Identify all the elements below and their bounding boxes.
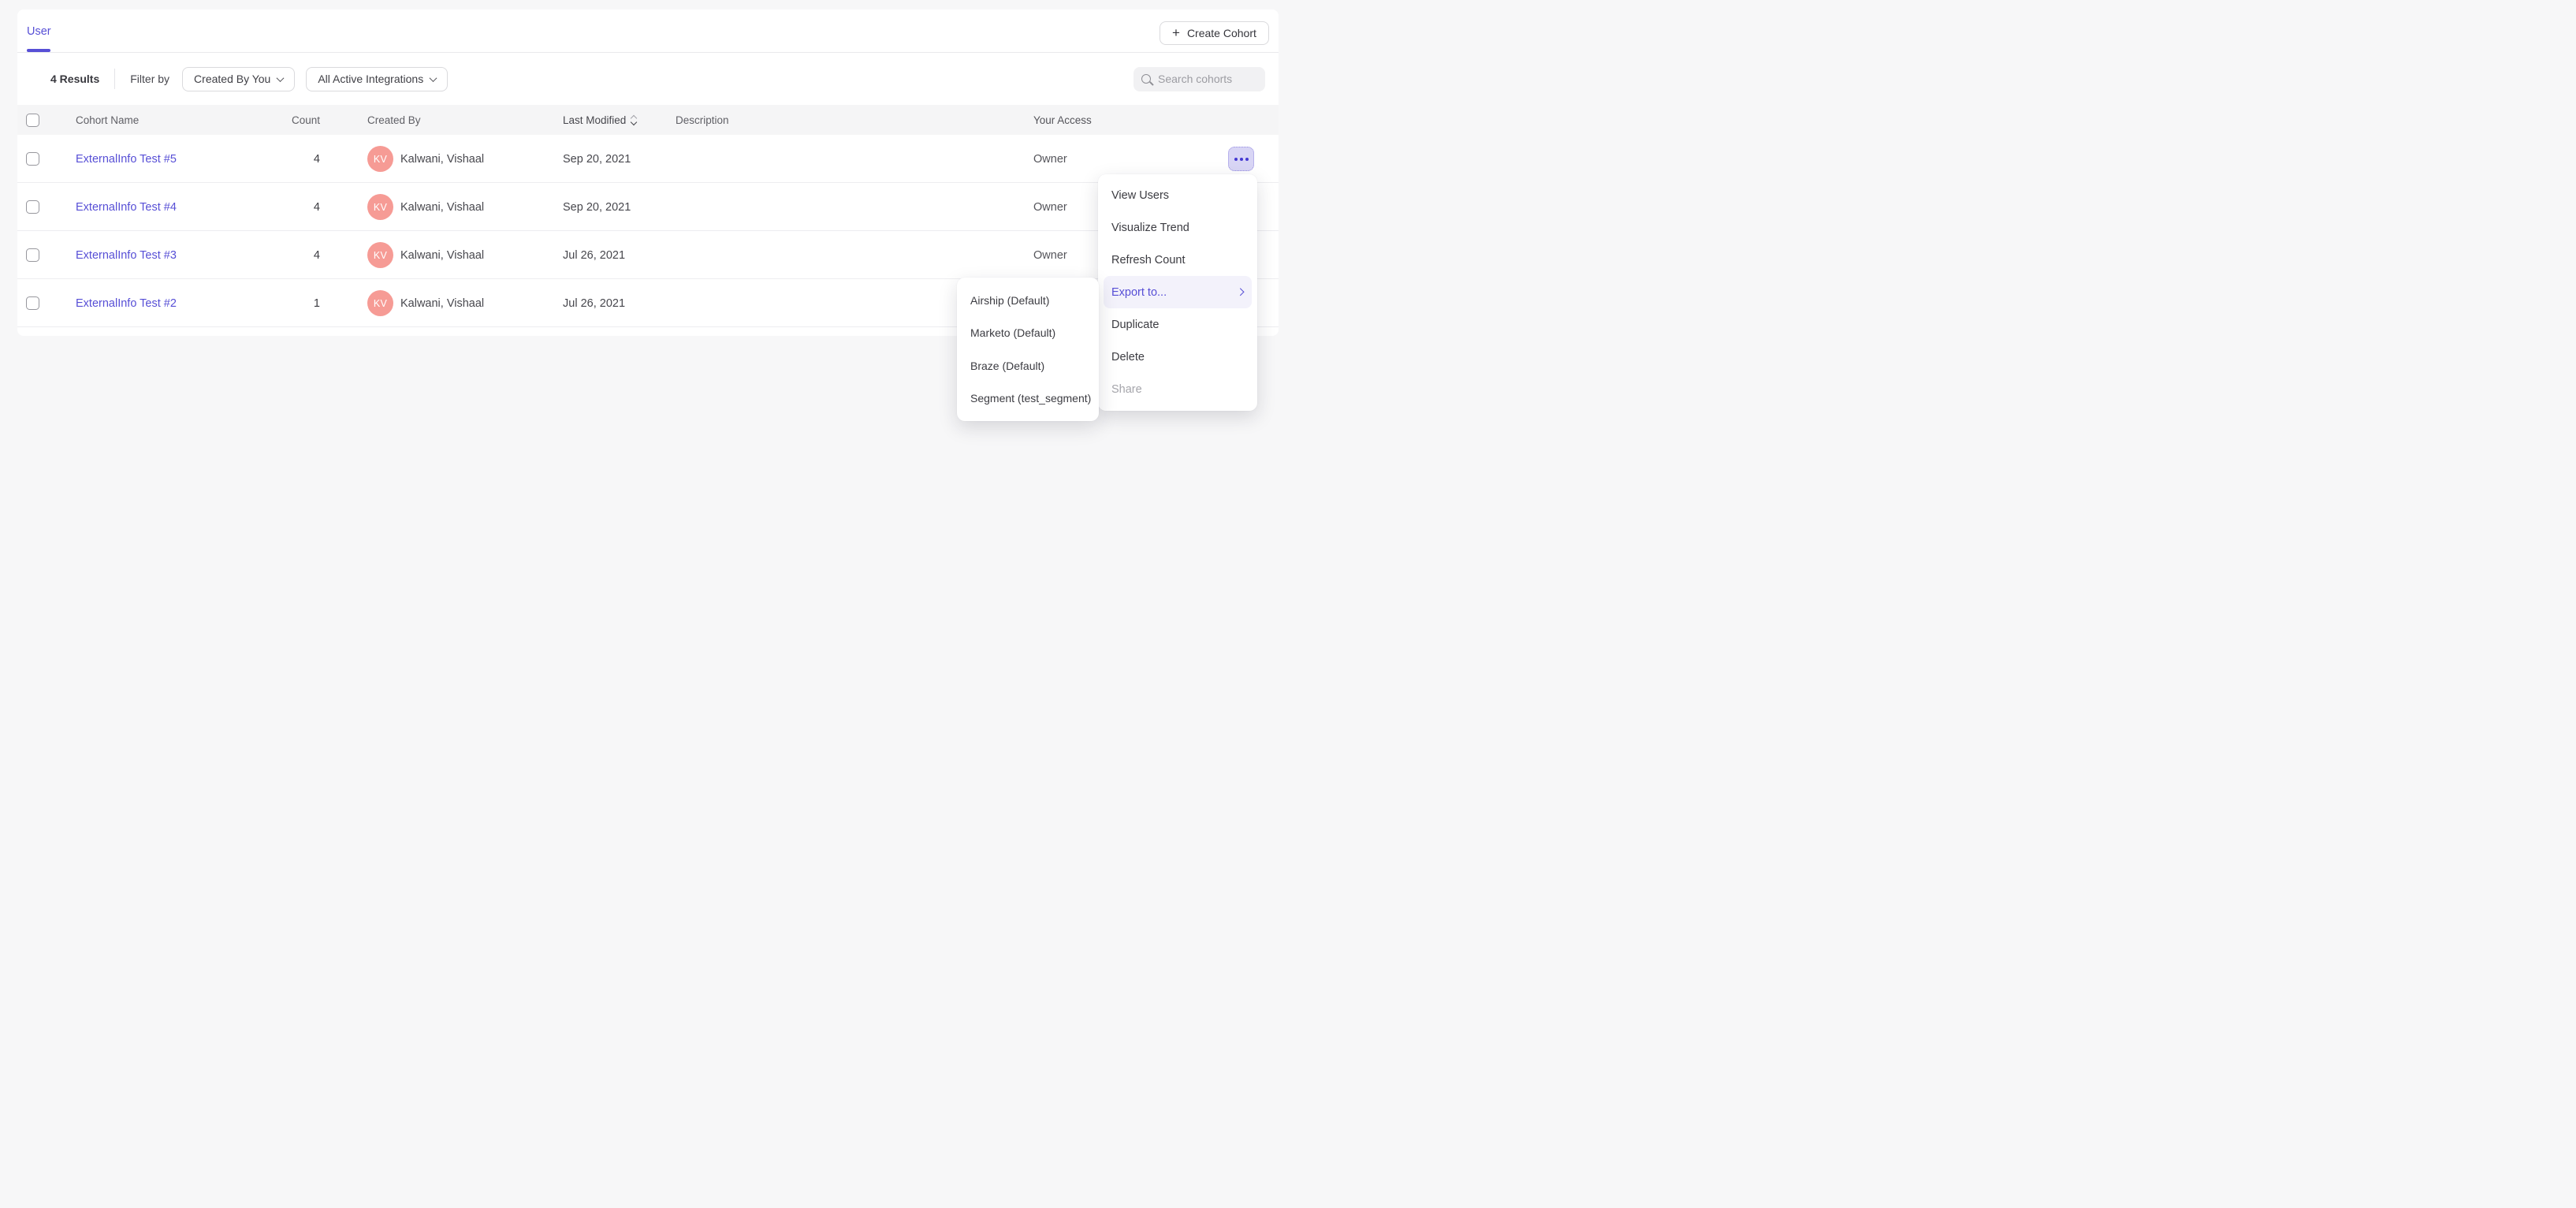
cohort-name-link[interactable]: ExternalInfo Test #2 — [76, 297, 177, 310]
creator-name: Kalwani, Vishaal — [400, 135, 484, 183]
submenu-item-segment[interactable]: Segment (test_segment) — [957, 382, 1099, 416]
submenu-item-braze[interactable]: Braze (Default) — [957, 349, 1099, 382]
cohort-count: 4 — [314, 153, 320, 166]
sort-icon — [631, 116, 636, 125]
menu-item-visualize-trend[interactable]: Visualize Trend — [1098, 211, 1257, 244]
chevron-down-icon — [430, 74, 437, 82]
integrations-filter-label: All Active Integrations — [318, 73, 423, 85]
chevron-down-icon — [277, 74, 285, 82]
cohort-count: 4 — [314, 249, 320, 262]
last-modified-date: Jul 26, 2021 — [563, 279, 625, 327]
toolbar: 4 Results Filter by Created By You All A… — [17, 53, 1279, 105]
create-cohort-button[interactable]: + Create Cohort — [1160, 21, 1269, 45]
cohort-name-link[interactable]: ExternalInfo Test #4 — [76, 201, 177, 214]
table-row[interactable]: ExternalInfo Test #4 4 KV Kalwani, Visha… — [17, 183, 1279, 231]
search-icon — [1141, 74, 1151, 84]
row-actions-button[interactable] — [1228, 147, 1254, 171]
created-by-filter-label: Created By You — [194, 73, 270, 85]
avatar: KV — [367, 242, 393, 268]
menu-item-view-users[interactable]: View Users — [1098, 179, 1257, 211]
access-level: Owner — [1033, 231, 1067, 279]
row-checkbox[interactable] — [26, 200, 39, 214]
table-row[interactable]: ExternalInfo Test #3 4 KV Kalwani, Visha… — [17, 231, 1279, 279]
menu-item-share: Share — [1098, 373, 1257, 405]
last-modified-date: Jul 26, 2021 — [563, 231, 625, 279]
menu-item-export-to[interactable]: Export to... — [1104, 276, 1252, 308]
column-header-your-access: Your Access — [1033, 105, 1092, 135]
search-input[interactable] — [1158, 73, 1253, 85]
last-modified-date: Sep 20, 2021 — [563, 135, 631, 183]
submenu-item-marketo[interactable]: Marketo (Default) — [957, 317, 1099, 350]
creator-name: Kalwani, Vishaal — [400, 279, 484, 327]
cohort-name-link[interactable]: ExternalInfo Test #5 — [76, 153, 177, 166]
cohort-name-link[interactable]: ExternalInfo Test #3 — [76, 249, 177, 262]
select-all-checkbox[interactable] — [26, 114, 39, 127]
menu-item-refresh-count[interactable]: Refresh Count — [1098, 244, 1257, 276]
filter-by-label: Filter by — [130, 73, 169, 85]
column-header-cohort-name: Cohort Name — [76, 105, 139, 135]
table-header: Cohort Name Count Created By Last Modifi… — [17, 105, 1279, 135]
access-level: Owner — [1033, 135, 1067, 183]
avatar: KV — [367, 146, 393, 172]
menu-item-duplicate[interactable]: Duplicate — [1098, 308, 1257, 341]
column-header-description: Description — [676, 105, 729, 135]
row-checkbox[interactable] — [26, 152, 39, 166]
row-context-menu: View Users Visualize Trend Refresh Count… — [1098, 174, 1257, 411]
menu-item-delete[interactable]: Delete — [1098, 341, 1257, 373]
created-by-filter-dropdown[interactable]: Created By You — [182, 67, 295, 91]
results-count: 4 Results — [50, 73, 99, 85]
row-checkbox[interactable] — [26, 248, 39, 262]
creator-name: Kalwani, Vishaal — [400, 183, 484, 231]
last-modified-date: Sep 20, 2021 — [563, 183, 631, 231]
toolbar-divider — [114, 69, 115, 89]
integrations-filter-dropdown[interactable]: All Active Integrations — [306, 67, 448, 91]
tab-bar: User — [17, 9, 1279, 53]
row-checkbox[interactable] — [26, 296, 39, 310]
column-header-created-by: Created By — [367, 105, 421, 135]
export-submenu: Airship (Default) Marketo (Default) Braz… — [957, 278, 1099, 421]
creator-name: Kalwani, Vishaal — [400, 231, 484, 279]
cohort-count: 1 — [314, 297, 320, 310]
tab-user[interactable]: User — [27, 25, 51, 38]
avatar: KV — [367, 194, 393, 220]
plus-icon: + — [1172, 26, 1180, 39]
ellipsis-icon — [1234, 158, 1238, 161]
active-tab-indicator — [27, 49, 50, 52]
cohort-count: 4 — [314, 201, 320, 214]
column-header-last-modified[interactable]: Last Modified — [563, 105, 636, 135]
search-box[interactable] — [1134, 67, 1265, 91]
column-header-count: Count — [270, 105, 320, 135]
access-level: Owner — [1033, 183, 1067, 231]
chevron-right-icon — [1236, 289, 1243, 296]
create-cohort-label: Create Cohort — [1187, 27, 1256, 39]
avatar: KV — [367, 290, 393, 316]
submenu-item-airship[interactable]: Airship (Default) — [957, 284, 1099, 317]
table-row[interactable]: ExternalInfo Test #5 4 KV Kalwani, Visha… — [17, 135, 1279, 183]
